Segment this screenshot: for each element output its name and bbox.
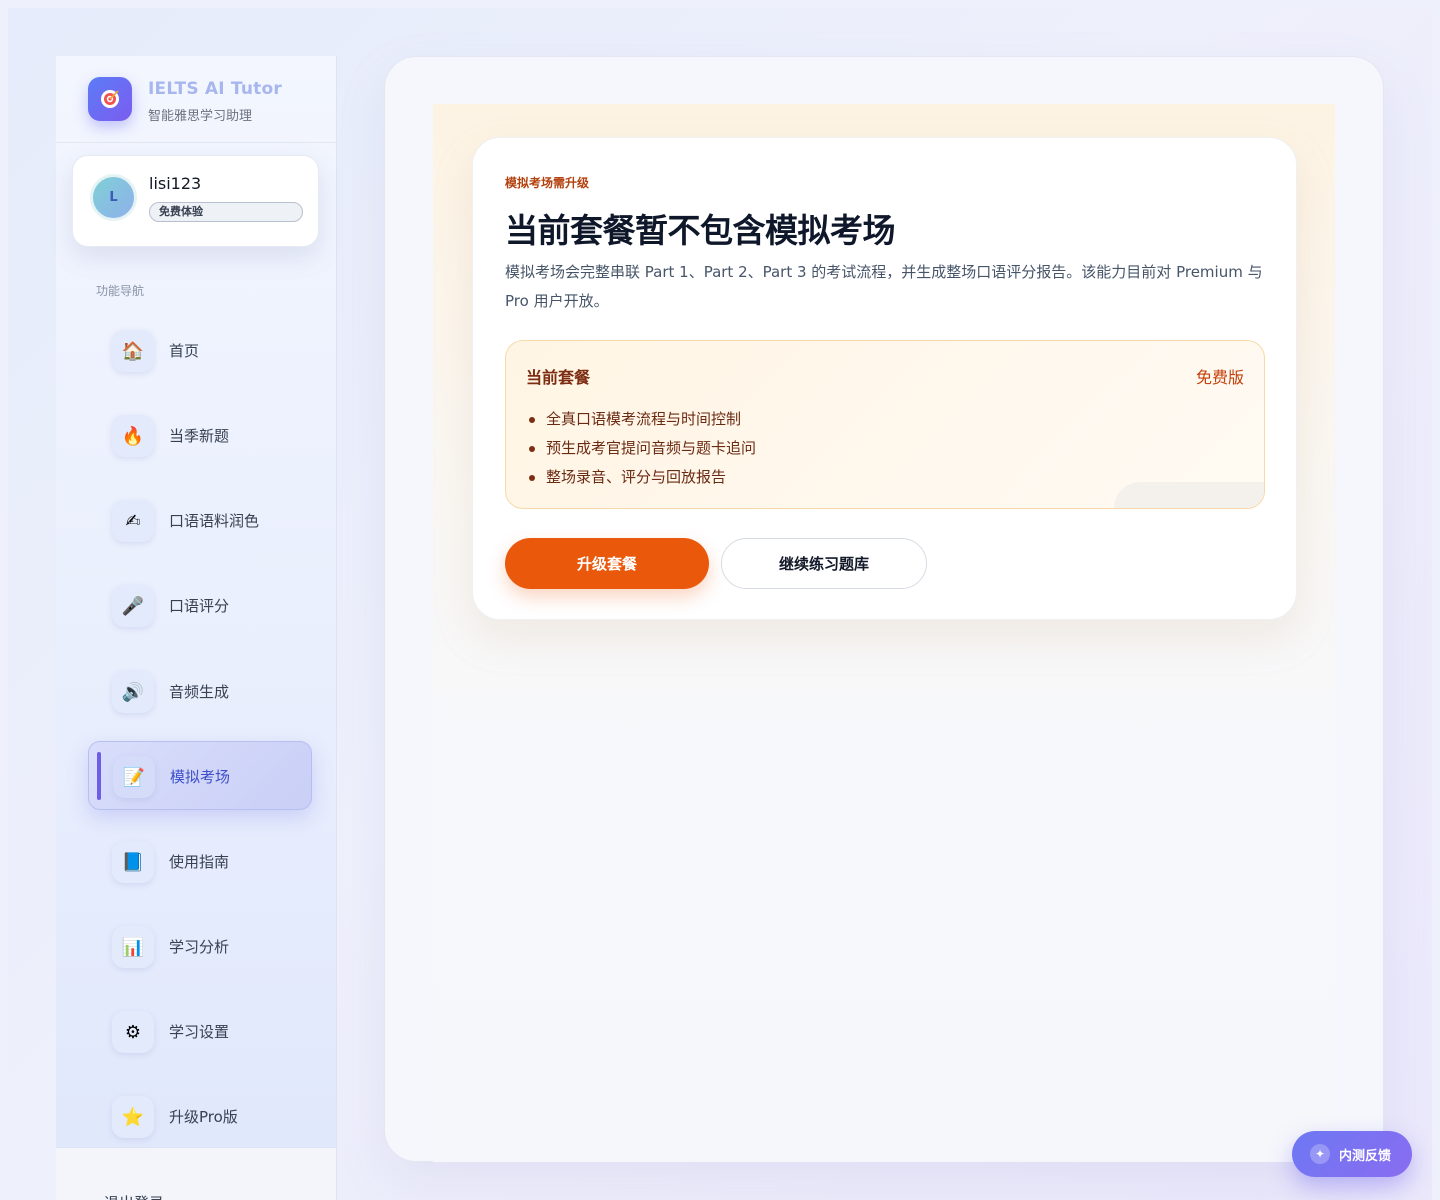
home-icon: 🏠: [112, 330, 154, 372]
speaker-icon: 🔊: [112, 671, 154, 713]
sidebar-item-label: 口语语料润色: [169, 512, 260, 530]
target-icon: [88, 77, 132, 121]
sidebar-item-label: 模拟考场: [170, 768, 231, 786]
logout-button[interactable]: 退出登录: [104, 1192, 164, 1200]
brand-subtitle: 智能雅思学习助理: [148, 109, 253, 124]
sidebar-footer: 退出登录: [56, 1148, 336, 1200]
bar-chart-icon: 📊: [112, 926, 154, 968]
list-item: 整场录音、评分与回放报告: [526, 463, 756, 492]
sidebar-item-label: 首页: [169, 342, 200, 360]
page-title: 当前套餐暂不包含模拟考场: [505, 211, 896, 250]
sidebar-item-upgrade-pro[interactable]: ⭐ 升级Pro版: [88, 1082, 312, 1151]
gear-icon: ⚙: [112, 1011, 154, 1053]
sidebar-item-mock-exam[interactable]: 📝 模拟考场: [88, 741, 312, 810]
sidebar-item-label: 当季新题: [169, 427, 230, 445]
sidebar: IELTS AI Tutor 智能雅思学习助理 L lisi123 免费体验 功…: [56, 56, 337, 1200]
sidebar-item-speaking-score[interactable]: 🎤 口语评分: [88, 571, 312, 640]
sidebar-item-guide[interactable]: 📘 使用指南: [88, 827, 312, 896]
sidebar-item-analysis[interactable]: 📊 学习分析: [88, 912, 312, 981]
feedback-button[interactable]: ✦ 内测反馈: [1292, 1131, 1412, 1177]
eyebrow-label: 模拟考场需升级: [505, 176, 590, 190]
sidebar-item-label: 口语评分: [169, 597, 230, 615]
divider: [56, 142, 336, 143]
sidebar-item-label: 音频生成: [169, 683, 230, 701]
sidebar-item-label: 学习设置: [169, 1023, 230, 1041]
continue-practice-button[interactable]: 继续练习题库: [721, 538, 927, 589]
book-icon: 📘: [112, 841, 154, 883]
upgrade-plan-button[interactable]: 升级套餐: [505, 538, 709, 589]
memo-icon: 📝: [113, 756, 155, 798]
fire-icon: 🔥: [112, 415, 154, 457]
sparkle-icon: ✦: [1310, 1144, 1330, 1164]
decorative-corner: [1114, 482, 1264, 508]
star-icon: ⭐: [112, 1096, 154, 1138]
sidebar-item-settings[interactable]: ⚙ 学习设置: [88, 997, 312, 1066]
active-indicator: [97, 752, 101, 800]
feature-list: 全真口语模考流程与时间控制 预生成考官提问音频与题卡追问 整场录音、评分与回放报…: [526, 405, 756, 492]
sidebar-item-label: 使用指南: [169, 853, 230, 871]
microphone-icon: 🎤: [112, 585, 154, 627]
current-plan-box: 当前套餐 免费版 全真口语模考流程与时间控制 预生成考官提问音频与题卡追问 整场…: [505, 340, 1265, 509]
sidebar-item-new-questions[interactable]: 🔥 当季新题: [88, 401, 312, 470]
list-item: 全真口语模考流程与时间控制: [526, 405, 756, 434]
sidebar-item-label: 学习分析: [169, 938, 230, 956]
sidebar-item-home[interactable]: 🏠 首页: [88, 316, 312, 385]
nav-section-title: 功能导航: [96, 284, 145, 298]
brand-title: IELTS AI Tutor: [148, 79, 282, 99]
plan-badge: 免费体验: [149, 202, 303, 222]
user-card[interactable]: L lisi123 免费体验: [72, 155, 319, 247]
sidebar-item-audio[interactable]: 🔊 音频生成: [88, 657, 312, 726]
writing-hand-icon: ✍: [112, 500, 154, 542]
feedback-label: 内测反馈: [1339, 1149, 1392, 1164]
brand[interactable]: IELTS AI Tutor 智能雅思学习助理: [88, 77, 328, 124]
upgrade-card: 模拟考场需升级 当前套餐暂不包含模拟考场 模拟考场会完整串联 Part 1、Pa…: [472, 137, 1297, 620]
list-item: 预生成考官提问音频与题卡追问: [526, 434, 756, 463]
sidebar-item-label: 升级Pro版: [169, 1108, 238, 1126]
plan-label: 当前套餐: [526, 368, 591, 387]
sidebar-item-polish[interactable]: ✍ 口语语料润色: [88, 486, 312, 555]
avatar: L: [90, 174, 137, 221]
plan-value: 免费版: [1195, 368, 1244, 387]
card-description: 模拟考场会完整串联 Part 1、Part 2、Part 3 的考试流程，并生成…: [505, 263, 1263, 310]
username: lisi123: [149, 174, 202, 193]
